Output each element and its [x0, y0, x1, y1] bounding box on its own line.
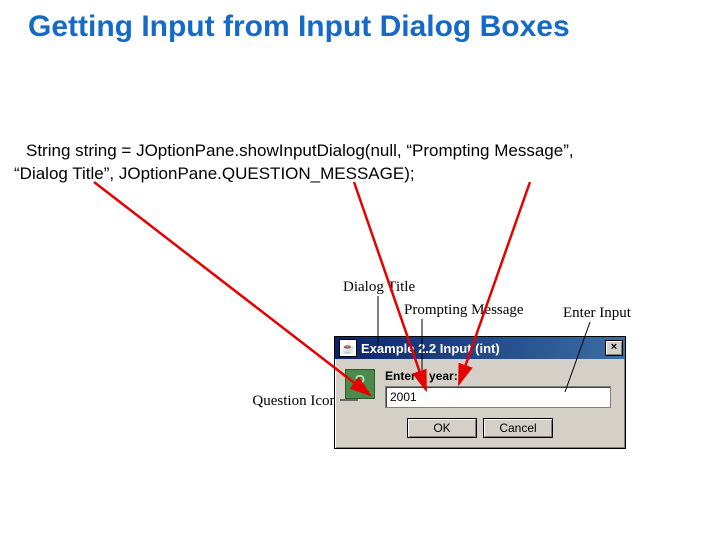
slide-title: Getting Input from Input Dialog Boxes — [28, 8, 680, 46]
label-prompting-message: Prompting Message — [404, 302, 524, 319]
dialog-prompt: Enter a year: — [385, 369, 615, 383]
code-line-2: “Dialog Title”, JOptionPane.QUESTION_MES… — [14, 164, 415, 183]
close-button[interactable]: × — [605, 340, 623, 356]
label-dialog-title: Dialog Title — [343, 279, 415, 296]
cancel-button[interactable]: Cancel — [483, 418, 553, 438]
java-cup-icon: ☕ — [339, 339, 357, 357]
arrows-overlay — [0, 0, 720, 540]
question-icon — [345, 369, 375, 399]
code-line-1: String string = JOptionPane.showInputDia… — [26, 141, 574, 160]
year-input[interactable] — [385, 386, 611, 408]
label-question-icon: Question Icon — [252, 393, 337, 410]
ok-button[interactable]: OK — [407, 418, 477, 438]
code-snippet: String string = JOptionPane.showInputDia… — [26, 140, 680, 186]
dialog-title-text: Example 2.2 Input (int) — [361, 341, 605, 356]
label-enter-input: Enter Input — [563, 305, 631, 322]
input-dialog: ☕ Example 2.2 Input (int) × Enter a year… — [334, 336, 626, 449]
dialog-titlebar: ☕ Example 2.2 Input (int) × — [335, 337, 625, 359]
